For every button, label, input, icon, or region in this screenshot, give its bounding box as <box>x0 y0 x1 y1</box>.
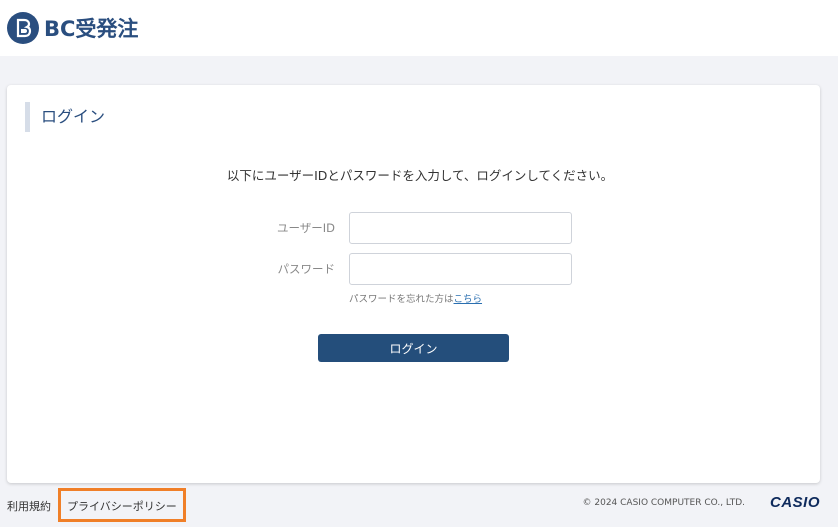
app-header: BC受発注 <box>0 0 838 56</box>
user-id-label: ユーザーID <box>276 221 335 235</box>
page-footer: 利用規約 プライバシーポリシー © 2024 CASIO COMPUTER CO… <box>0 488 838 527</box>
password-row: パスワード <box>7 253 820 285</box>
user-id-row: ユーザーID <box>7 212 820 244</box>
logo-mark-icon <box>7 12 39 44</box>
login-card: ログイン 以下にユーザーIDとパスワードを入力して、ログインしてください。 ユー… <box>7 85 820 483</box>
login-button[interactable]: ログイン <box>318 334 509 362</box>
page-title: ログイン <box>25 102 105 132</box>
login-instruction: 以下にユーザーIDとパスワードを入力して、ログインしてください。 <box>226 168 614 183</box>
forgot-password-text: パスワードを忘れた方はこちら <box>349 291 482 305</box>
user-id-input[interactable] <box>349 212 572 244</box>
password-label: パスワード <box>277 262 336 276</box>
terms-link[interactable]: 利用規約 <box>7 498 51 514</box>
forgot-password-prefix: パスワードを忘れた方は <box>349 294 454 305</box>
forgot-password-link[interactable]: こちら <box>454 294 483 305</box>
password-input[interactable] <box>349 253 572 285</box>
privacy-policy-link[interactable]: プライバシーポリシー <box>58 488 186 522</box>
casio-logo: CASIO <box>769 494 820 511</box>
copyright-text: © 2024 CASIO COMPUTER CO., LTD. <box>582 498 745 508</box>
app-logo[interactable]: BC受発注 <box>7 12 138 44</box>
app-name: BC受発注 <box>44 17 139 41</box>
